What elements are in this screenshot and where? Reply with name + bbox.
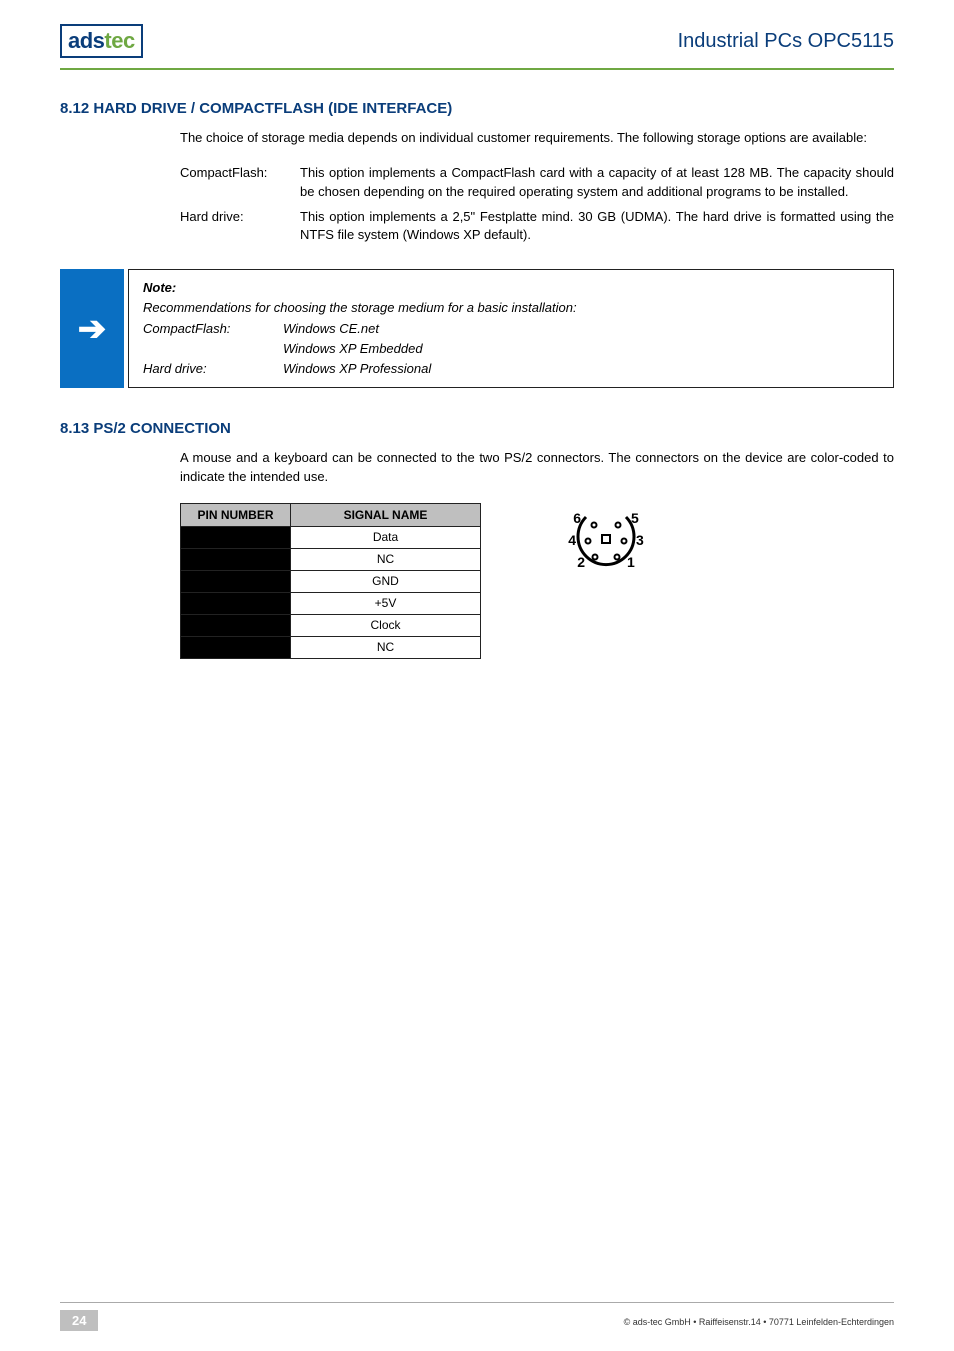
section-812-intro: The choice of storage media depends on i… — [180, 129, 894, 148]
table-row: Data — [181, 526, 481, 548]
ps2-row: PIN NUMBER SIGNAL NAME Data NC GND +5V C… — [180, 503, 894, 659]
svg-text:5: 5 — [631, 510, 639, 526]
pin-num-cell — [181, 526, 291, 548]
svg-text:4: 4 — [568, 532, 576, 548]
footer-divider — [60, 1302, 894, 1303]
svg-text:1: 1 — [627, 554, 635, 570]
def-term: Hard drive: — [180, 208, 300, 246]
footer-copyright: © ads-tec GmbH • Raiffeisenstr.14 • 7077… — [624, 1317, 894, 1327]
pin-sig-cell: Clock — [291, 614, 481, 636]
logo-ads: ads — [68, 28, 104, 53]
table-row: Clock — [181, 614, 481, 636]
note-val: Windows CE.net — [283, 319, 879, 339]
svg-text:6: 6 — [573, 510, 581, 526]
pin-sig-cell: Data — [291, 526, 481, 548]
pin-table: PIN NUMBER SIGNAL NAME Data NC GND +5V C… — [180, 503, 481, 659]
pin-num-cell — [181, 636, 291, 658]
page-content: 8.12 HARD DRIVE / COMPACTFLASH (IDE INTE… — [0, 70, 954, 659]
pin-col-signal: SIGNAL NAME — [291, 503, 481, 526]
note-arrow-icon: ➔ — [60, 269, 124, 388]
table-row: GND — [181, 570, 481, 592]
def-term: CompactFlash: — [180, 164, 300, 202]
note-line: Recommendations for choosing the storage… — [143, 298, 879, 318]
note-key-empty — [143, 339, 283, 359]
def-desc: This option implements a CompactFlash ca… — [300, 164, 894, 202]
page-number: 24 — [60, 1310, 98, 1331]
ps2-connector-diagram: 6 5 4 3 2 1 — [561, 503, 651, 588]
pin-sig-cell: NC — [291, 548, 481, 570]
table-row: +5V — [181, 592, 481, 614]
section-813-intro: A mouse and a keyboard can be connected … — [180, 449, 894, 487]
note-val: Windows XP Professional — [283, 359, 879, 379]
logo: adstec — [60, 24, 143, 58]
def-harddrive: Hard drive: This option implements a 2,5… — [180, 208, 894, 246]
note-key: CompactFlash: — [143, 319, 283, 339]
logo-tec: tec — [104, 28, 134, 53]
pin-sig-cell: +5V — [291, 592, 481, 614]
pin-sig-cell: NC — [291, 636, 481, 658]
note-hd-line: Hard drive: Windows XP Professional — [143, 359, 879, 379]
def-desc: This option implements a 2,5" Festplatte… — [300, 208, 894, 246]
pin-num-cell — [181, 548, 291, 570]
svg-text:2: 2 — [577, 554, 585, 570]
note-val: Windows XP Embedded — [283, 339, 879, 359]
pin-col-number: PIN NUMBER — [181, 503, 291, 526]
note-key: Hard drive: — [143, 359, 283, 379]
section-813-heading: 8.13 PS/2 CONNECTION — [60, 420, 894, 437]
pin-num-cell — [181, 592, 291, 614]
note-cf-line2: Windows XP Embedded — [143, 339, 879, 359]
pin-sig-cell: GND — [291, 570, 481, 592]
page-header: adstec Industrial PCs OPC5115 — [0, 0, 954, 66]
def-compactflash: CompactFlash: This option implements a C… — [180, 164, 894, 202]
note-box: Note: Recommendations for choosing the s… — [128, 269, 894, 388]
svg-text:3: 3 — [636, 532, 644, 548]
note-cf-line1: CompactFlash: Windows CE.net — [143, 319, 879, 339]
note-title: Note: — [143, 278, 879, 298]
pin-num-cell — [181, 570, 291, 592]
table-row: NC — [181, 636, 481, 658]
pin-num-cell — [181, 614, 291, 636]
note-block: ➔ Note: Recommendations for choosing the… — [60, 269, 894, 388]
section-812-heading: 8.12 HARD DRIVE / COMPACTFLASH (IDE INTE… — [60, 100, 894, 117]
header-title: Industrial PCs OPC5115 — [678, 30, 894, 53]
table-row: NC — [181, 548, 481, 570]
